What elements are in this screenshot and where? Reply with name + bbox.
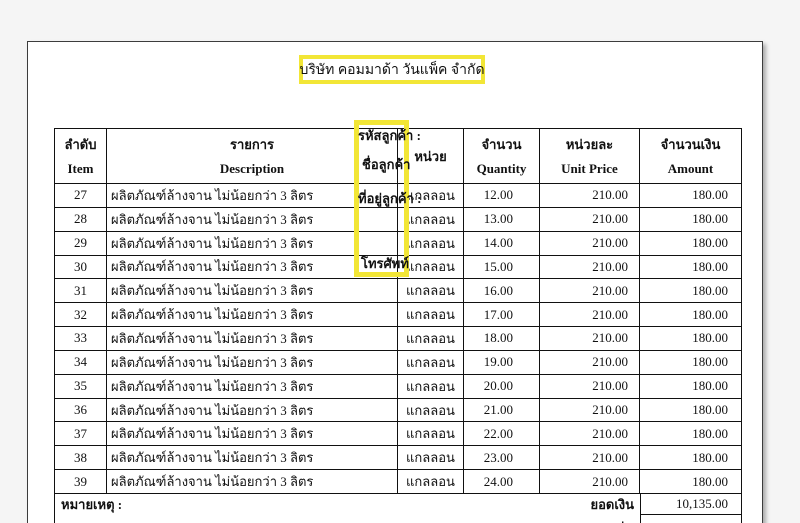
- customer-phone-label: โทรศัพท์: [361, 253, 409, 274]
- description-cell: ผลิตภัณฑ์ล้างจาน ไม่น้อยกว่า 3 ลิตร: [107, 399, 398, 423]
- unit-price-cell: 210.00: [540, 327, 640, 351]
- item-number-cell: 28: [55, 208, 107, 232]
- unit-cell: แกลลอน: [398, 351, 464, 375]
- item-number-cell: 38: [55, 446, 107, 470]
- description-cell: ผลิตภัณฑ์ล้างจาน ไม่น้อยกว่า 3 ลิตร: [107, 327, 398, 351]
- amount-cell: 180.00: [640, 446, 741, 470]
- amount-cell: 180.00: [640, 399, 741, 423]
- amount-cell: 180.00: [640, 351, 741, 375]
- total-amount-cell: 10,135.00: [641, 494, 741, 515]
- item-number-cell: 27: [55, 184, 107, 208]
- description-cell: ผลิตภัณฑ์ล้างจาน ไม่น้อยกว่า 3 ลิตร: [107, 351, 398, 375]
- quantity-cell: 17.00: [464, 303, 540, 327]
- table-row: 35 ผลิตภัณฑ์ล้างจาน ไม่น้อยกว่า 3 ลิตร แ…: [55, 375, 741, 399]
- quantity-cell: 15.00: [464, 256, 540, 280]
- unit-price-cell: 210.00: [540, 446, 640, 470]
- customer-code-label: รหัสลูกค้า :: [358, 125, 421, 146]
- amount-cell: 180.00: [640, 327, 741, 351]
- item-number-cell: 39: [55, 470, 107, 494]
- item-number-cell: 30: [55, 256, 107, 280]
- amount-cell: 180.00: [640, 184, 741, 208]
- amount-cell: 180.00: [640, 470, 741, 494]
- item-number-cell: 35: [55, 375, 107, 399]
- quantity-cell: 22.00: [464, 422, 540, 446]
- amount-cell: 180.00: [640, 303, 741, 327]
- unit-price-cell: 210.00: [540, 208, 640, 232]
- quantity-cell: 24.00: [464, 470, 540, 494]
- unit-cell: แกลลอน: [398, 399, 464, 423]
- table-footer-row-clipped: ภาษีมูลค่าเพิ่ม: [55, 515, 741, 523]
- quantity-cell: 21.00: [464, 399, 540, 423]
- unit-cell: แกลลอน: [398, 279, 464, 303]
- table-row: 33 ผลิตภัณฑ์ล้างจาน ไม่น้อยกว่า 3 ลิตร แ…: [55, 327, 741, 351]
- unit-cell: แกลลอน: [398, 375, 464, 399]
- unit-cell: แกลลอน: [398, 470, 464, 494]
- customer-address-label: ที่อยู่ลูกค้า :: [358, 188, 421, 209]
- unit-price-cell: 210.00: [540, 399, 640, 423]
- table-row: 31 ผลิตภัณฑ์ล้างจาน ไม่น้อยกว่า 3 ลิตร แ…: [55, 279, 741, 303]
- quantity-cell: 18.00: [464, 327, 540, 351]
- unit-price-cell: 210.00: [540, 351, 640, 375]
- unit-price-cell: 210.00: [540, 470, 640, 494]
- table-row: 36 ผลิตภัณฑ์ล้างจาน ไม่น้อยกว่า 3 ลิตร แ…: [55, 399, 741, 423]
- unit-cell: แกลลอน: [398, 303, 464, 327]
- unit-price-cell: 210.00: [540, 303, 640, 327]
- header-amount: จำนวนเงิน Amount: [640, 129, 741, 184]
- amount-cell: 180.00: [640, 375, 741, 399]
- unit-price-cell: 210.00: [540, 232, 640, 256]
- unit-price-cell: 210.00: [540, 422, 640, 446]
- unit-cell: แกลลอน: [398, 422, 464, 446]
- item-number-cell: 37: [55, 422, 107, 446]
- unit-price-cell: 210.00: [540, 375, 640, 399]
- amount-cell: 180.00: [640, 256, 741, 280]
- amount-cell: 180.00: [640, 279, 741, 303]
- quantity-cell: 19.00: [464, 351, 540, 375]
- description-cell: ผลิตภัณฑ์ล้างจาน ไม่น้อยกว่า 3 ลิตร: [107, 303, 398, 327]
- total-label: ยอดเงิน: [590, 494, 634, 515]
- item-number-cell: 34: [55, 351, 107, 375]
- quantity-cell: 14.00: [464, 232, 540, 256]
- item-number-cell: 36: [55, 399, 107, 423]
- description-cell: ผลิตภัณฑ์ล้างจาน ไม่น้อยกว่า 3 ลิตร: [107, 375, 398, 399]
- table-row: 37 ผลิตภัณฑ์ล้างจาน ไม่น้อยกว่า 3 ลิตร แ…: [55, 422, 741, 446]
- item-number-cell: 33: [55, 327, 107, 351]
- amount-cell: 180.00: [640, 422, 741, 446]
- unit-cell: แกลลอน: [398, 446, 464, 470]
- amount-cell: 180.00: [640, 208, 741, 232]
- title-highlight-box: บริษัท คอมมาด้า วันแพ็ค จำกัด: [299, 55, 485, 84]
- header-quantity: จำนวน Quantity: [464, 129, 540, 184]
- document-page: บริษัท คอมมาด้า วันแพ็ค จำกัด ลำดับ Item…: [27, 41, 763, 523]
- clipped-next-label: ภาษีมูลค่าเพิ่ม: [55, 515, 641, 523]
- customer-name-label: ชื่อลูกค้า: [362, 154, 410, 175]
- item-number-cell: 31: [55, 279, 107, 303]
- table-row: 38 ผลิตภัณฑ์ล้างจาน ไม่น้อยกว่า 3 ลิตร แ…: [55, 446, 741, 470]
- unit-price-cell: 210.00: [540, 184, 640, 208]
- amount-cell: 180.00: [640, 232, 741, 256]
- footer-left-cell: หมายเหตุ : ยอดเงิน: [55, 494, 641, 515]
- clipped-amount-cell: [641, 515, 741, 523]
- item-number-cell: 29: [55, 232, 107, 256]
- company-title: บริษัท คอมมาด้า วันแพ็ค จำกัด: [299, 59, 484, 81]
- description-cell: ผลิตภัณฑ์ล้างจาน ไม่น้อยกว่า 3 ลิตร: [107, 279, 398, 303]
- quantity-cell: 12.00: [464, 184, 540, 208]
- table-footer-row: หมายเหตุ : ยอดเงิน 10,135.00: [55, 494, 741, 515]
- header-unit-price: หน่วยละ Unit Price: [540, 129, 640, 184]
- item-number-cell: 32: [55, 303, 107, 327]
- note-label: หมายเหตุ :: [61, 494, 122, 515]
- desktop-background: { "title": "บริษัท คอมมาด้า วันแพ็ค จำกั…: [0, 0, 800, 523]
- table-row: 32 ผลิตภัณฑ์ล้างจาน ไม่น้อยกว่า 3 ลิตร แ…: [55, 303, 741, 327]
- unit-price-cell: 210.00: [540, 279, 640, 303]
- quantity-cell: 23.00: [464, 446, 540, 470]
- table-row: 39 ผลิตภัณฑ์ล้างจาน ไม่น้อยกว่า 3 ลิตร แ…: [55, 470, 741, 494]
- quantity-cell: 13.00: [464, 208, 540, 232]
- quantity-cell: 20.00: [464, 375, 540, 399]
- unit-cell: แกลลอน: [398, 327, 464, 351]
- description-cell: ผลิตภัณฑ์ล้างจาน ไม่น้อยกว่า 3 ลิตร: [107, 446, 398, 470]
- unit-price-cell: 210.00: [540, 256, 640, 280]
- description-cell: ผลิตภัณฑ์ล้างจาน ไม่น้อยกว่า 3 ลิตร: [107, 470, 398, 494]
- table-row: 34 ผลิตภัณฑ์ล้างจาน ไม่น้อยกว่า 3 ลิตร แ…: [55, 351, 741, 375]
- header-item: ลำดับ Item: [55, 129, 107, 184]
- quantity-cell: 16.00: [464, 279, 540, 303]
- description-cell: ผลิตภัณฑ์ล้างจาน ไม่น้อยกว่า 3 ลิตร: [107, 422, 398, 446]
